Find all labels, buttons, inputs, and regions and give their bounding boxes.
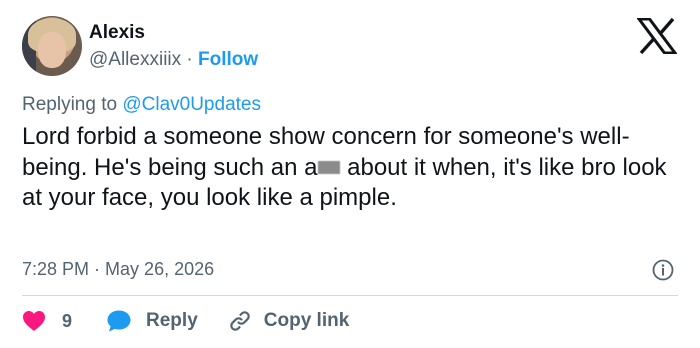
handle-separator: · [181, 49, 199, 70]
speech-bubble-icon [107, 310, 131, 332]
tweet-text: Lord forbid a someone show concern for s… [22, 122, 672, 214]
follow-button[interactable]: Follow [198, 49, 258, 70]
author-handle-row: @Allexxiiix · Follow [89, 49, 258, 71]
avatar-face [38, 32, 66, 68]
author-handle[interactable]: @Allexxiiix [89, 49, 181, 70]
author-name[interactable]: Alexis [89, 22, 145, 44]
copy-link-button[interactable]: Copy link [228, 309, 350, 333]
like-button[interactable]: 9 [22, 310, 72, 332]
copy-link-label: Copy link [263, 310, 350, 331]
tweet-timestamp[interactable]: 7:28 PM · May 26, 2026 [22, 259, 214, 280]
censor-blur [318, 160, 341, 174]
like-count: 9 [62, 310, 73, 331]
avatar[interactable] [22, 16, 82, 76]
replying-prefix: Replying to [22, 94, 123, 115]
action-bar: 9 Reply Copy link [22, 308, 349, 334]
reply-button[interactable]: Reply [106, 309, 198, 333]
reply-target-link[interactable]: @Clav0Updates [122, 94, 261, 115]
tweet-time: 7:28 PM [22, 259, 90, 279]
info-icon[interactable] [652, 259, 674, 281]
divider [22, 295, 678, 296]
tweet-date: May 26, 2026 [105, 259, 215, 279]
reply-label: Reply [146, 310, 198, 331]
heart-icon [23, 311, 45, 331]
meta-separator: · [89, 259, 106, 279]
link-icon [230, 311, 250, 331]
x-logo-icon[interactable] [637, 18, 677, 54]
replying-to: Replying to @Clav0Updates [22, 94, 261, 116]
